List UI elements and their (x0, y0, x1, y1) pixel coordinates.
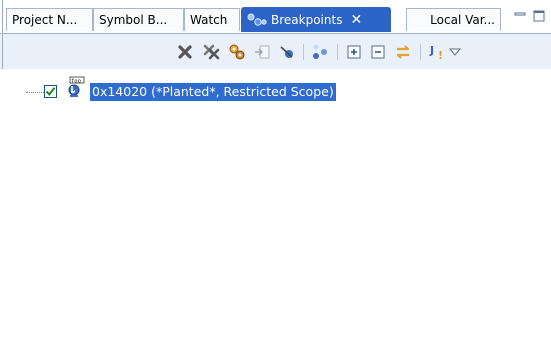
java-exception-breakpoint-button[interactable]: J ! (428, 43, 446, 61)
link-with-view-button[interactable] (394, 43, 412, 61)
toolbar-separator (420, 44, 421, 60)
tab-label: Local Var... (430, 13, 495, 27)
tree-row[interactable]: foo 0x14020 (*Planted*, Restricted Scope… (0, 76, 551, 102)
skip-all-breakpoints-button[interactable] (278, 43, 296, 61)
svg-text:foo: foo (71, 78, 81, 84)
toolbar-separator (303, 44, 304, 60)
remove-breakpoint-button[interactable] (176, 43, 194, 61)
tab-watch[interactable]: Watch (184, 8, 240, 31)
breakpoints-tree: foo 0x14020 (*Planted*, Restricted Scope… (0, 69, 551, 342)
view-menu-icon (448, 48, 462, 56)
remove-all-breakpoints-button[interactable] (203, 43, 221, 61)
link-with-debug-view-icon (313, 44, 327, 59)
go-to-file-icon (255, 45, 270, 59)
show-supported-breakpoints-button[interactable] (228, 43, 246, 61)
tab-label: Symbol B... (99, 13, 168, 27)
expand-all-button[interactable] (345, 43, 363, 61)
show-breakpoints-supported-by-target-icon (229, 44, 245, 60)
maximize-icon[interactable] (532, 9, 546, 23)
link-with-view-icon (396, 45, 410, 59)
breakpoints-toolbar: J ! (0, 33, 551, 70)
remove-all-breakpoints-icon (203, 44, 220, 60)
remove-breakpoint-icon (178, 45, 192, 59)
tab-label: Breakpoints (271, 13, 343, 27)
breakpoint-enable-checkbox[interactable] (44, 85, 57, 98)
go-to-file-button[interactable] (253, 43, 271, 61)
breakpoints-tab-icon (247, 13, 267, 26)
tab-symbol-browser[interactable]: Symbol B... (93, 8, 184, 31)
toolbar-separator (337, 44, 338, 60)
tab-breakpoints[interactable]: Breakpoints ✕ (241, 7, 391, 32)
tree-connector-line (26, 92, 44, 93)
tab-label: Watch (190, 13, 228, 27)
skip-all-breakpoints-icon (280, 46, 293, 58)
expand-all-icon (347, 45, 361, 59)
minimize-icon[interactable] (513, 9, 527, 23)
svg-text:!: ! (438, 49, 443, 61)
collapse-all-button[interactable] (369, 43, 387, 61)
tab-label: Project N... (12, 13, 78, 27)
tab-local-variables[interactable]: Local Var... (406, 8, 501, 31)
tab-project-navigator[interactable]: Project N... (6, 8, 93, 31)
view-menu-button[interactable] (446, 43, 464, 61)
java-exception-breakpoint-icon: J ! (429, 44, 443, 61)
checkmark-icon (45, 87, 56, 97)
link-with-debug-view-button[interactable] (311, 43, 329, 61)
close-icon[interactable]: ✕ (350, 12, 362, 28)
view-tab-bar: Project N... Symbol B... Watch Breakpoin… (0, 0, 551, 33)
collapse-all-icon (371, 45, 385, 59)
svg-text:J: J (429, 44, 434, 57)
address-breakpoint-icon: foo (68, 76, 85, 97)
breakpoint-label[interactable]: 0x14020 (*Planted*, Restricted Scope) (90, 83, 336, 101)
